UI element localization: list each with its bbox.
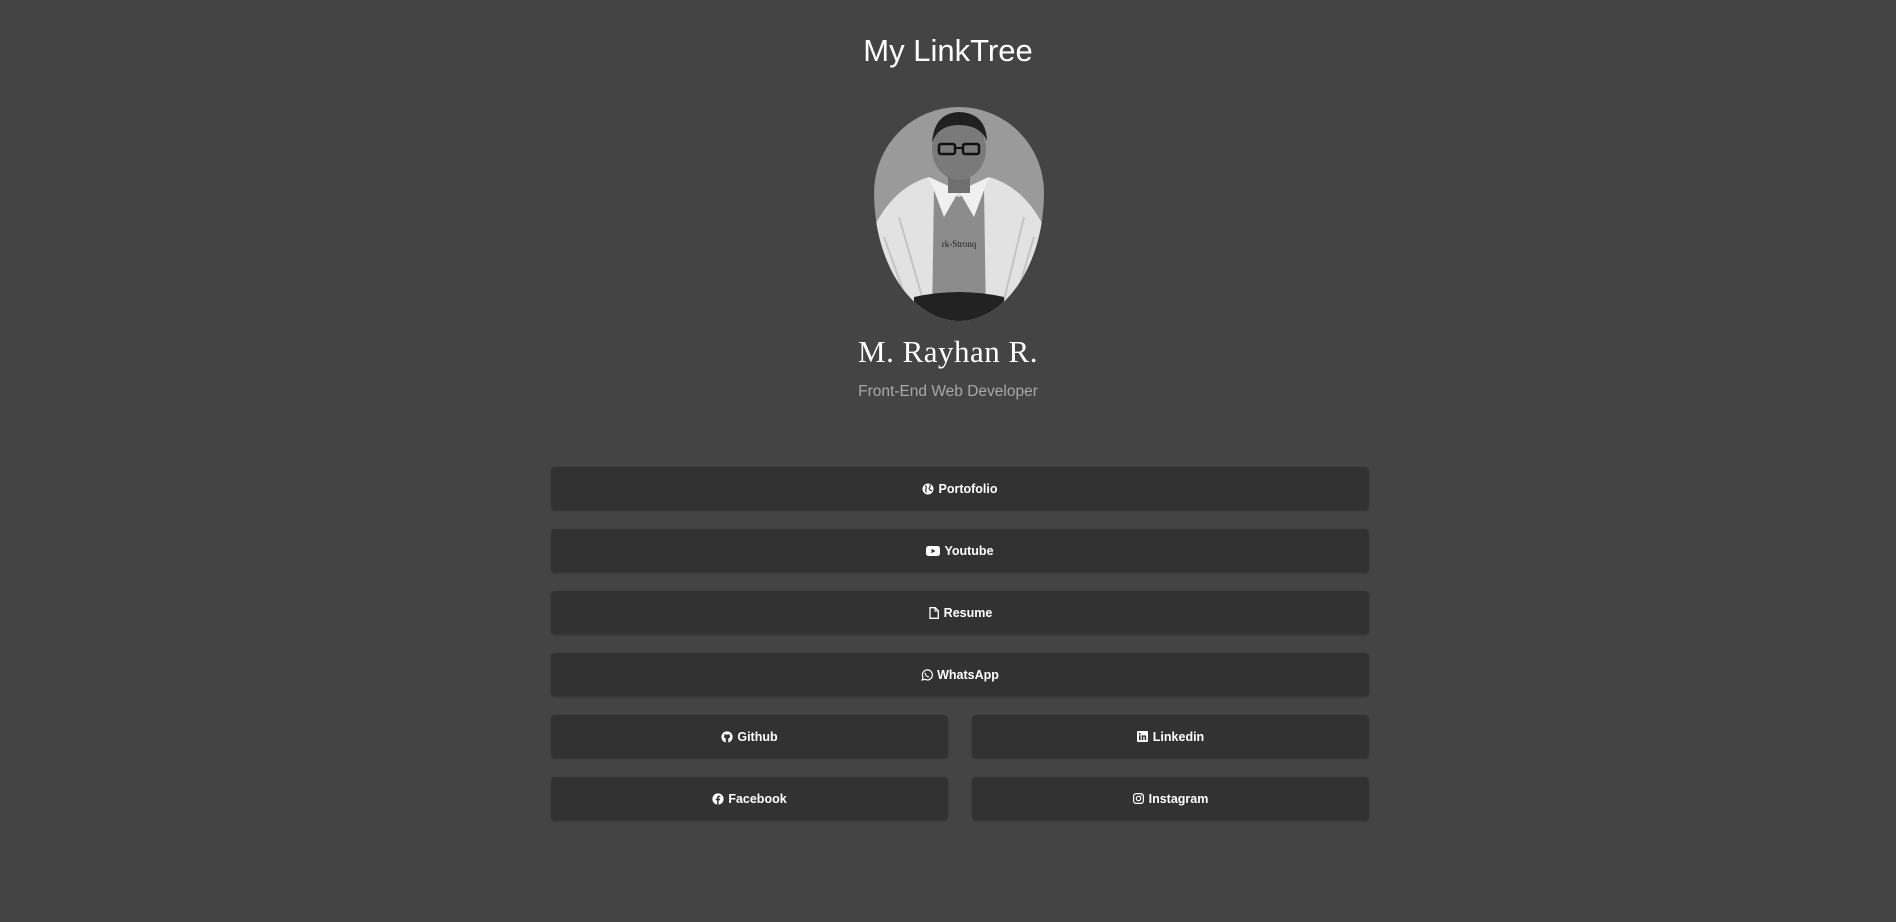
github-link-label: Github [737,729,778,744]
instagram-link-button[interactable]: Instagram [972,777,1369,820]
profile-role: Front-End Web Developer [858,383,1038,400]
facebook-icon [712,792,724,805]
instagram-link-label: Instagram [1148,791,1209,806]
portfolio-link-button[interactable]: Portofolio [551,467,1369,510]
avatar: rk-Stronq [874,107,1044,321]
instagram-icon [1133,793,1145,805]
resume-link-label: Resume [943,605,993,620]
link-list: Portofolio Youtube Resume WhatsApp Githu… [551,467,1369,839]
linktree-page: My LinkTree rk-Stronq M. Rayhan R. Front… [0,0,1896,922]
github-icon [721,730,733,743]
svg-text:rk-Stronq: rk-Stronq [942,239,977,249]
github-link-button[interactable]: Github [551,715,948,758]
linkedin-link-label: Linkedin [1152,729,1205,744]
portfolio-link-label: Portofolio [938,481,998,496]
globe-icon [922,483,934,495]
youtube-link-label: Youtube [944,543,994,558]
facebook-link-label: Facebook [728,791,787,806]
social-row-2: Facebook Instagram [551,777,1369,839]
page-title: My LinkTree [863,33,1033,68]
youtube-link-button[interactable]: Youtube [551,529,1369,572]
profile-name: M. Rayhan R. [858,334,1038,369]
social-row-1: Github Linkedin [551,715,1369,777]
file-icon [928,606,940,619]
whatsapp-icon [921,668,934,681]
facebook-link-button[interactable]: Facebook [551,777,948,820]
youtube-icon [926,545,941,557]
linkedin-link-button[interactable]: Linkedin [972,715,1369,758]
whatsapp-link-label: WhatsApp [937,667,999,682]
resume-link-button[interactable]: Resume [551,591,1369,634]
whatsapp-link-button[interactable]: WhatsApp [551,653,1369,696]
profile-photo: rk-Stronq [874,107,1044,321]
linkedin-icon [1137,731,1149,743]
